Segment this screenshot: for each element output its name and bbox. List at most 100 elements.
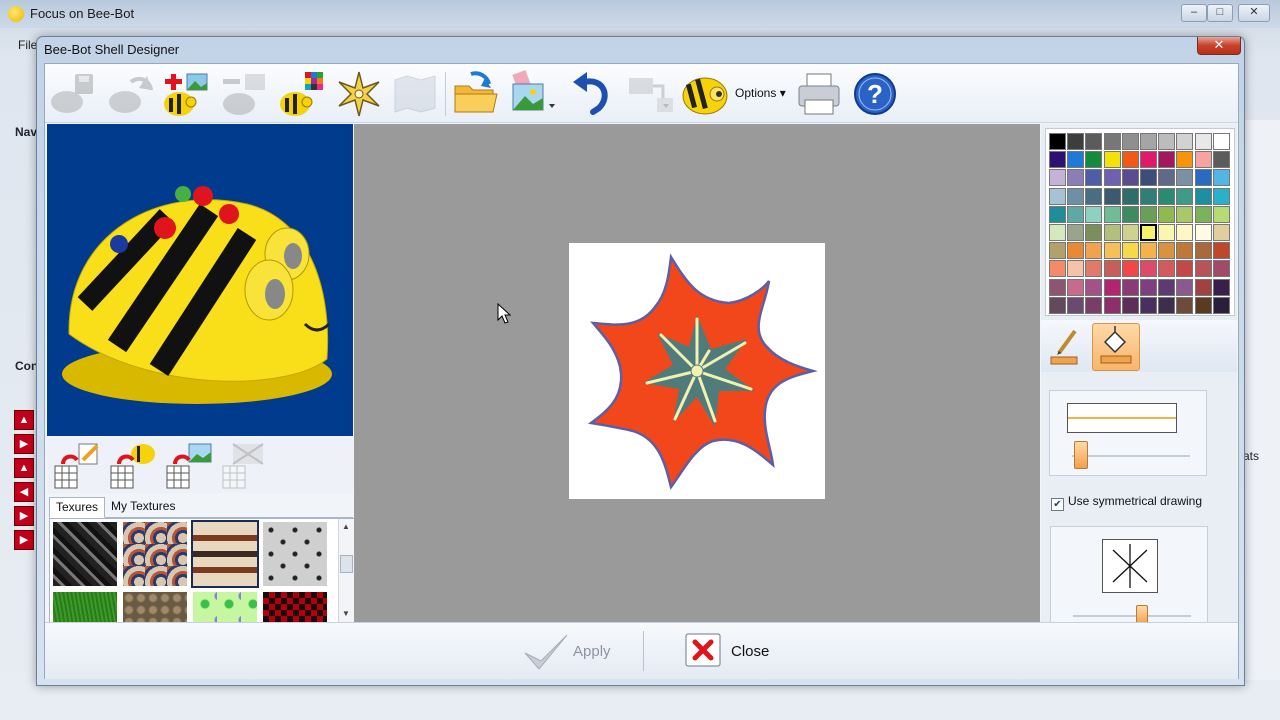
arrow-right-icon[interactable]: ▶ bbox=[14, 506, 34, 526]
parent-close-button[interactable]: ✕ bbox=[1238, 4, 1270, 22]
close-button[interactable]: Close bbox=[679, 629, 789, 673]
color-swatch[interactable] bbox=[1176, 169, 1194, 187]
color-shell-button[interactable] bbox=[275, 68, 327, 120]
color-swatch[interactable] bbox=[1103, 169, 1121, 187]
scroll-down-icon[interactable]: ▼ bbox=[342, 609, 350, 618]
color-swatch[interactable] bbox=[1103, 133, 1121, 150]
help-button[interactable]: ? bbox=[849, 68, 901, 120]
color-swatch[interactable] bbox=[1212, 187, 1230, 205]
save-button[interactable] bbox=[47, 68, 99, 120]
color-swatch[interactable] bbox=[1103, 242, 1121, 260]
texture-thumb[interactable] bbox=[193, 592, 257, 623]
color-swatch[interactable] bbox=[1158, 187, 1176, 205]
beebot-texture-button[interactable] bbox=[109, 442, 159, 490]
options-label[interactable]: Options ▾ bbox=[735, 86, 786, 100]
color-swatch[interactable] bbox=[1067, 169, 1085, 187]
color-swatch[interactable] bbox=[1176, 296, 1194, 314]
color-swatch[interactable] bbox=[1103, 151, 1121, 169]
clear-texture-button[interactable] bbox=[221, 442, 271, 490]
color-swatch[interactable] bbox=[1158, 205, 1176, 223]
color-swatch[interactable] bbox=[1067, 278, 1085, 296]
color-swatch[interactable] bbox=[1049, 224, 1066, 241]
add-image-button[interactable] bbox=[159, 68, 211, 120]
color-swatch[interactable] bbox=[1194, 133, 1212, 150]
fill-mode-button[interactable] bbox=[1092, 323, 1140, 371]
color-swatch[interactable] bbox=[1103, 205, 1121, 223]
color-swatch[interactable] bbox=[1121, 242, 1139, 260]
color-swatch[interactable] bbox=[1121, 187, 1139, 205]
color-swatch[interactable] bbox=[1194, 187, 1212, 205]
color-swatch[interactable] bbox=[1103, 278, 1121, 296]
color-swatch[interactable] bbox=[1067, 242, 1085, 260]
color-swatch[interactable] bbox=[1121, 296, 1139, 314]
color-swatch[interactable] bbox=[1194, 169, 1212, 187]
color-swatch[interactable] bbox=[1212, 260, 1230, 278]
color-swatch[interactable] bbox=[1049, 151, 1066, 169]
tab-textures[interactable]: Texures bbox=[49, 497, 106, 518]
color-swatch[interactable] bbox=[1140, 133, 1157, 150]
symmetry-option[interactable]: ✔ Use symmetrical drawing bbox=[1051, 494, 1202, 511]
symmetry-slider-track[interactable] bbox=[1073, 615, 1191, 617]
color-swatch[interactable] bbox=[1176, 151, 1194, 169]
color-swatch[interactable] bbox=[1067, 296, 1085, 314]
map-button[interactable] bbox=[389, 68, 441, 120]
texture-thumb-selected[interactable] bbox=[191, 520, 259, 588]
color-swatch[interactable] bbox=[1085, 205, 1103, 223]
color-swatch[interactable] bbox=[1103, 187, 1121, 205]
color-swatch[interactable] bbox=[1067, 224, 1085, 241]
color-swatch[interactable] bbox=[1194, 296, 1212, 314]
color-swatch[interactable] bbox=[1140, 169, 1157, 187]
color-swatch[interactable] bbox=[1085, 169, 1103, 187]
options-button[interactable] bbox=[681, 68, 733, 120]
color-swatch[interactable] bbox=[1194, 278, 1212, 296]
color-swatch[interactable] bbox=[1140, 224, 1157, 241]
color-swatch[interactable] bbox=[1103, 260, 1121, 278]
refresh-shell-button[interactable] bbox=[103, 68, 155, 120]
remove-image-button[interactable] bbox=[217, 68, 269, 120]
color-swatch[interactable] bbox=[1121, 278, 1139, 296]
color-swatch[interactable] bbox=[1140, 242, 1157, 260]
texture-thumb[interactable] bbox=[263, 522, 327, 586]
color-swatch[interactable] bbox=[1067, 260, 1085, 278]
color-swatch[interactable] bbox=[1067, 151, 1085, 169]
texture-thumb[interactable] bbox=[53, 522, 117, 586]
color-swatch[interactable] bbox=[1140, 278, 1157, 296]
color-swatch[interactable] bbox=[1212, 296, 1230, 314]
color-swatch[interactable] bbox=[1158, 151, 1176, 169]
scroll-thumb[interactable] bbox=[340, 555, 353, 573]
arrow-left-icon[interactable]: ◀ bbox=[14, 482, 34, 502]
menu-file[interactable]: File bbox=[18, 38, 37, 52]
color-swatch[interactable] bbox=[1067, 187, 1085, 205]
color-swatch[interactable] bbox=[1121, 205, 1139, 223]
color-swatch[interactable] bbox=[1194, 224, 1212, 241]
export-button[interactable] bbox=[623, 68, 675, 120]
color-swatch[interactable] bbox=[1085, 260, 1103, 278]
design-canvas[interactable] bbox=[354, 124, 1040, 622]
arrow-right-icon[interactable]: ▶ bbox=[14, 530, 34, 550]
symmetry-checkbox[interactable]: ✔ bbox=[1051, 498, 1064, 511]
open-file-button[interactable] bbox=[449, 68, 501, 120]
color-swatch[interactable] bbox=[1049, 278, 1066, 296]
color-swatch[interactable] bbox=[1176, 224, 1194, 241]
brush-slider-thumb[interactable] bbox=[1074, 441, 1088, 469]
color-swatch[interactable] bbox=[1140, 205, 1157, 223]
symmetry-button[interactable] bbox=[333, 68, 385, 120]
color-swatch[interactable] bbox=[1085, 151, 1103, 169]
arrow-right-icon[interactable]: ▶ bbox=[14, 434, 34, 454]
color-swatch[interactable] bbox=[1212, 242, 1230, 260]
texture-thumb[interactable] bbox=[263, 592, 327, 623]
color-swatch[interactable] bbox=[1085, 278, 1103, 296]
arrow-up-icon[interactable]: ▲ bbox=[14, 410, 34, 430]
texture-thumb[interactable] bbox=[123, 592, 187, 623]
maximize-button[interactable]: □ bbox=[1207, 4, 1233, 22]
color-swatch[interactable] bbox=[1212, 224, 1230, 241]
print-button[interactable] bbox=[793, 68, 845, 120]
color-swatch[interactable] bbox=[1085, 224, 1103, 241]
color-swatch[interactable] bbox=[1121, 260, 1139, 278]
color-swatch[interactable] bbox=[1158, 169, 1176, 187]
color-swatch[interactable] bbox=[1158, 224, 1176, 241]
color-swatch[interactable] bbox=[1049, 260, 1066, 278]
color-swatch[interactable] bbox=[1085, 133, 1103, 150]
color-swatch[interactable] bbox=[1049, 205, 1066, 223]
color-swatch[interactable] bbox=[1158, 278, 1176, 296]
